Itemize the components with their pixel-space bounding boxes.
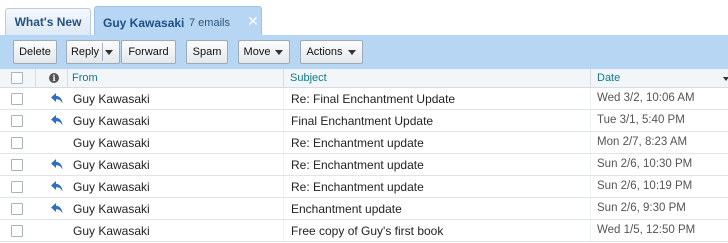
- tab-title: Guy Kawasaki: [103, 16, 185, 30]
- delete-button[interactable]: Delete: [13, 40, 57, 64]
- forward-button[interactable]: Forward: [121, 40, 176, 64]
- chevron-down-icon: [275, 50, 283, 55]
- table-row[interactable]: Guy Kawasaki Re: Final Enchantment Update…: [0, 88, 728, 110]
- row-date: Wed 3/2, 10:06 AM: [597, 92, 695, 104]
- row-subject: Re: Final Enchantment Update: [291, 92, 456, 106]
- close-icon[interactable]: ✕: [245, 13, 261, 29]
- row-subject: Re: Enchantment update: [291, 158, 424, 172]
- row-subject: Free copy of Guy's first book: [291, 224, 444, 238]
- row-date: Wed 1/5, 12:50 PM: [597, 224, 696, 236]
- table-row[interactable]: Guy Kawasaki Free copy of Guy's first boo…: [0, 220, 728, 242]
- row-checkbox[interactable]: [11, 159, 23, 171]
- replied-icon: [51, 181, 63, 192]
- row-subject: Re: Enchantment update: [291, 136, 424, 150]
- column-header: i From Subject Date: [0, 69, 728, 88]
- move-button[interactable]: Move: [238, 40, 290, 64]
- row-subject: Re: Enchantment update: [291, 180, 424, 194]
- row-from: Guy Kawasaki: [73, 202, 150, 216]
- row-checkbox[interactable]: [11, 181, 23, 193]
- reply-button-label: Reply: [70, 46, 100, 58]
- tab-guy-kawasaki[interactable]: Guy Kawasaki 7 emails ✕: [94, 6, 262, 36]
- row-from: Guy Kawasaki: [73, 114, 150, 128]
- table-row[interactable]: Guy Kawasaki Enchantment update Sun 2/6, 9…: [0, 198, 728, 220]
- row-from: Guy Kawasaki: [73, 158, 150, 172]
- row-from: Guy Kawasaki: [73, 92, 150, 106]
- row-subject: Final Enchantment Update: [291, 114, 434, 128]
- email-list: Guy Kawasaki Re: Final Enchantment Update…: [0, 88, 728, 242]
- replied-icon: [51, 203, 63, 214]
- replied-icon: [51, 93, 63, 104]
- actions-button[interactable]: Actions: [300, 40, 363, 64]
- row-from: Guy Kawasaki: [73, 224, 150, 238]
- row-checkbox[interactable]: [11, 93, 23, 105]
- chevron-down-icon: [348, 50, 356, 55]
- table-row[interactable]: Guy Kawasaki Final Enchantment Update Tue …: [0, 110, 728, 132]
- from-column-header[interactable]: From: [72, 72, 98, 84]
- row-checkbox[interactable]: [11, 115, 23, 127]
- row-subject: Enchantment update: [291, 202, 402, 216]
- email-count-badge: 7 emails: [189, 17, 230, 29]
- replied-icon: [51, 115, 63, 126]
- row-date: Sun 2/6, 9:30 PM: [597, 202, 686, 214]
- table-row[interactable]: Guy Kawasaki Re: Enchantment update Mon 2/…: [0, 132, 728, 154]
- select-all-checkbox[interactable]: [11, 72, 23, 84]
- row-checkbox[interactable]: [11, 225, 23, 237]
- row-date: Sun 2/6, 10:30 PM: [597, 158, 693, 170]
- tab-whats-new[interactable]: What's New: [5, 8, 91, 35]
- row-date: Mon 2/7, 8:23 AM: [597, 136, 688, 148]
- toolbar: Delete Reply Forward Spam Move Actions: [0, 35, 728, 69]
- actions-button-label: Actions: [306, 46, 343, 58]
- row-date: Tue 3/1, 5:40 PM: [597, 114, 685, 126]
- table-row[interactable]: Guy Kawasaki Re: Enchantment update Sun 2/…: [0, 154, 728, 176]
- row-checkbox[interactable]: [11, 137, 23, 149]
- tab-bar: What's New Guy Kawasaki 7 emails ✕: [0, 0, 728, 36]
- spam-button[interactable]: Spam: [186, 40, 228, 64]
- chevron-down-icon[interactable]: [105, 50, 113, 55]
- info-icon: i: [49, 73, 59, 83]
- subject-column-header[interactable]: Subject: [290, 72, 327, 84]
- reply-button[interactable]: Reply: [66, 40, 120, 64]
- move-button-label: Move: [243, 46, 271, 58]
- sort-descending-icon[interactable]: [723, 77, 728, 81]
- replied-icon: [51, 159, 63, 170]
- row-checkbox[interactable]: [11, 203, 23, 215]
- row-date: Sun 2/6, 10:19 PM: [597, 180, 693, 192]
- row-from: Guy Kawasaki: [73, 180, 150, 194]
- table-row[interactable]: Guy Kawasaki Re: Enchantment update Sun 2/…: [0, 176, 728, 198]
- date-column-header[interactable]: Date: [597, 72, 620, 84]
- row-from: Guy Kawasaki: [73, 136, 150, 150]
